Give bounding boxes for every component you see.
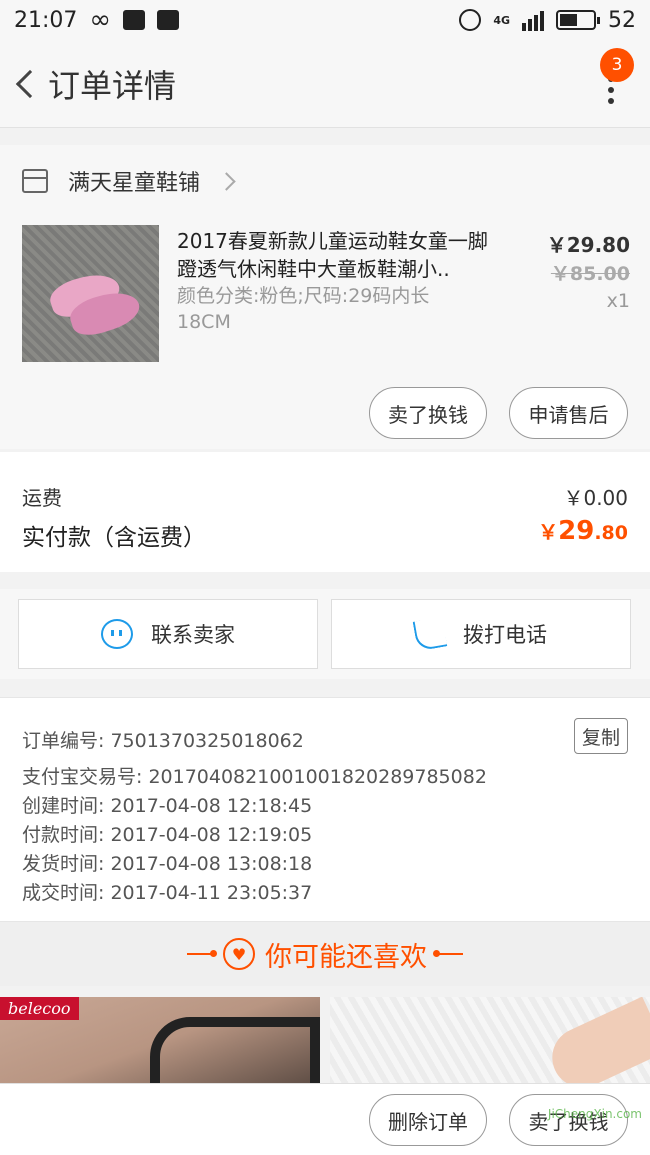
call-phone-label: 拨打电话 [463, 623, 547, 647]
product-quantity: x1 [606, 290, 630, 312]
recommend-title: 你可能还喜欢 [265, 941, 427, 973]
order-info: 订单编号: 7501370325018062 复制 支付宝交易号: 201704… [0, 697, 650, 922]
completed-time: 成交时间: 2017-04-11 23:05:37 [22, 882, 313, 904]
stroller-image [150, 1017, 320, 1087]
product-sku: 颜色分类:粉色;尺码:29码内长18CM [177, 285, 430, 333]
notification-icon [123, 10, 146, 30]
contact-bar: 联系卖家 拨打电话 [0, 589, 650, 679]
battery-level: 52 [608, 7, 636, 33]
order-number: 订单编号: 7501370325018062 [22, 730, 304, 752]
alarm-icon [459, 9, 482, 31]
product-image[interactable] [22, 225, 159, 362]
chevron-right-icon [217, 171, 236, 191]
shop-row[interactable]: 满天星童鞋铺 [0, 145, 650, 217]
contact-seller-label: 联系卖家 [151, 623, 235, 647]
call-phone-button[interactable]: 拨打电话 [331, 599, 631, 669]
network-type: 4G [493, 13, 510, 27]
signal-icon [522, 9, 544, 31]
recommend-item[interactable] [330, 997, 650, 1087]
contact-seller-button[interactable]: 联系卖家 [18, 599, 318, 669]
status-time: 21:07 [14, 7, 78, 33]
shipped-time: 发货时间: 2017-04-08 13:08:18 [22, 853, 313, 875]
paid-time: 付款时间: 2017-04-08 12:19:05 [22, 824, 313, 846]
shipping-label: 运费 [22, 486, 62, 510]
divider-left [187, 950, 217, 957]
shop-name: 满天星童鞋铺 [68, 171, 201, 196]
status-bar: 21:07 ∞ 4G 52 [0, 0, 650, 40]
chat-icon [101, 619, 133, 649]
resell-button[interactable]: 卖了换钱 [369, 387, 487, 439]
heart-icon: ♥ [223, 938, 255, 970]
after-sales-button[interactable]: 申请售后 [509, 387, 628, 439]
paid-decimal: .80 [594, 522, 628, 544]
product-price: ￥29.80 [546, 233, 630, 257]
shipping-value: ￥0.00 [563, 486, 628, 510]
product-original-price: ￥85.00 [550, 263, 630, 285]
payment-summary: 运费 ￥0.00 实付款（含运费） ￥ 29 .80 [0, 452, 650, 572]
page-title: 订单详情 [48, 66, 177, 105]
battery-icon [556, 10, 600, 30]
phone-icon [412, 616, 448, 652]
product-card: 2017春夏新款儿童运动鞋女童一脚蹬透气休闲鞋中大童板鞋潮小.. 颜色分类:粉色… [0, 217, 650, 449]
store-icon [22, 169, 48, 193]
delete-order-button[interactable]: 删除订单 [369, 1094, 487, 1146]
recommend-item[interactable]: belecoo [0, 997, 320, 1087]
infinity-icon: ∞ [89, 5, 112, 35]
created-time: 创建时间: 2017-04-08 12:18:45 [22, 795, 313, 817]
recommend-header: ♥ 你可能还喜欢 [0, 922, 650, 986]
nav-bar: 订单详情 3 [0, 40, 650, 128]
paid-currency: ￥ [538, 520, 559, 544]
paid-label: 实付款（含运费） [22, 525, 206, 551]
alipay-number: 支付宝交易号: 2017040821001001820289785082 [22, 766, 487, 788]
brand-logo: belecoo [0, 997, 79, 1020]
copy-button[interactable]: 复制 [574, 718, 628, 754]
product-title[interactable]: 2017春夏新款儿童运动鞋女童一脚蹬透气休闲鞋中大童板鞋潮小.. [177, 227, 507, 283]
paid-amount: ￥ 29 .80 [538, 516, 628, 546]
message-icon [157, 10, 180, 30]
product-photo [542, 997, 650, 1087]
notification-badge: 3 [600, 48, 634, 82]
paid-integer: 29 [558, 516, 595, 546]
divider-right [433, 950, 463, 957]
watermark: JiChengXin.com [547, 1107, 642, 1121]
back-icon[interactable] [0, 40, 48, 128]
